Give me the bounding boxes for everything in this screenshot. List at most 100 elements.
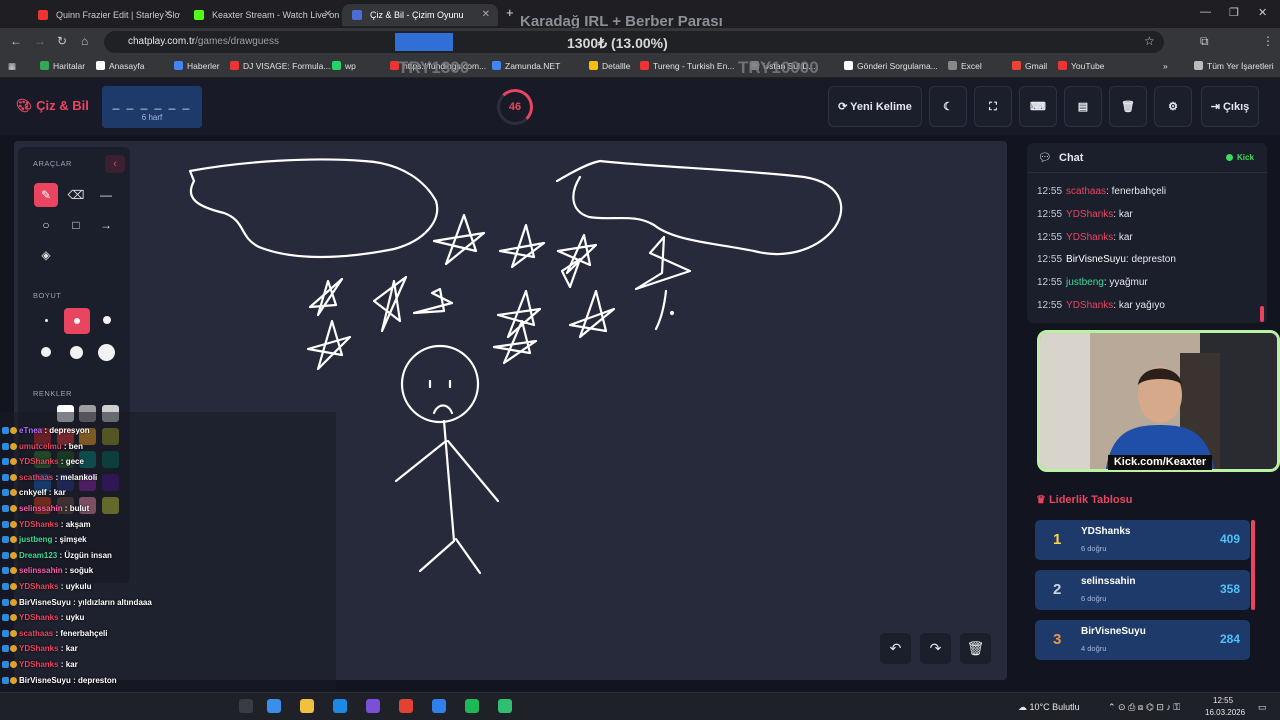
bookmark-item[interactable]: Zamunda.NET (492, 61, 560, 71)
chat-username: eTnea (19, 426, 43, 435)
circle-tool[interactable]: ○ (34, 213, 58, 237)
exit-button[interactable]: ⇥ Çıkış (1201, 86, 1259, 127)
star (306, 319, 352, 371)
tab-ciz-bil[interactable]: Çiz & Bil - Çizim Oyunu ✕ (342, 4, 498, 26)
star (372, 275, 408, 333)
leg (418, 539, 456, 573)
badge-icon (10, 583, 17, 590)
clear-canvas-button[interactable]: 🗑︎ (960, 633, 991, 664)
close-tab-icon[interactable]: ✕ (324, 4, 332, 26)
chat-username: scathaas (1066, 186, 1107, 197)
size-option-4[interactable] (41, 347, 51, 357)
copilot-icon[interactable] (267, 699, 281, 713)
spotify-icon[interactable] (465, 699, 479, 713)
extensions-icon[interactable]: ⧉ (1200, 34, 1209, 49)
reload-icon[interactable]: ↻ (57, 34, 67, 48)
eraser-tool[interactable]: ⌫ (64, 183, 88, 207)
app-icon[interactable] (366, 699, 380, 713)
badge-icon (2, 661, 9, 668)
size-option-1[interactable] (45, 319, 48, 322)
colors-title: RENKLER (33, 389, 72, 398)
gear-icon: ⚙ (1168, 101, 1178, 113)
chat-text: kar (65, 644, 78, 654)
weather-widget[interactable]: ☁ 10°C Bulutlu (1018, 702, 1080, 713)
undo-button[interactable]: ↶ (880, 633, 911, 664)
rectangle-tool[interactable]: □ (64, 213, 88, 237)
theme-toggle-button[interactable]: ☾ (929, 86, 967, 127)
bookmark-star-icon[interactable]: ☆ (1144, 34, 1155, 48)
menu-icon[interactable]: ⋮ (1262, 34, 1274, 48)
stick-head (400, 344, 480, 424)
bookmark-item[interactable]: wp (332, 61, 356, 71)
bookmark-item[interactable]: Anasayfa (96, 61, 144, 71)
badge-icon (10, 536, 17, 544)
new-tab-icon[interactable]: + (506, 5, 514, 20)
maximize-icon[interactable]: ❐ (1229, 6, 1239, 19)
task-view-icon[interactable] (239, 699, 253, 713)
archive-button[interactable]: ▤ (1064, 86, 1102, 127)
app-icon[interactable] (432, 699, 446, 713)
pen-tool[interactable]: ✎ (34, 183, 58, 207)
more-bookmarks-icon[interactable]: » (1163, 61, 1168, 71)
line-tool[interactable]: — (94, 183, 118, 207)
separator: : (58, 519, 66, 529)
back-icon[interactable]: ← (10, 34, 22, 48)
close-tab-icon[interactable]: ✕ (482, 4, 490, 26)
file-explorer-icon[interactable] (300, 699, 314, 713)
badge-icon (2, 520, 9, 528)
bookmark-item[interactable]: Haritalar (40, 61, 85, 71)
home-icon[interactable]: ⌂ (81, 34, 88, 48)
chrome-icon[interactable] (399, 699, 413, 713)
leaderboard-scrollbar[interactable] (1251, 520, 1255, 610)
edge-icon[interactable] (333, 699, 347, 713)
redo-button[interactable]: ↷ (920, 633, 951, 664)
arrow-tool[interactable]: → (94, 213, 118, 237)
minimize-icon[interactable]: — (1200, 6, 1211, 18)
leaderboard-row: 3 BirVisneSuyu 4 doğru 284 (1035, 620, 1250, 660)
close-window-icon[interactable]: ✕ (1258, 6, 1267, 19)
size-option-3[interactable] (103, 316, 111, 324)
refresh-icon: ⟳ (838, 101, 848, 113)
moon-icon: ☾ (943, 101, 953, 113)
app-logo[interactable]: 🎨︎ Çiz & Bil (16, 98, 89, 114)
all-bookmarks-folder[interactable]: Tüm Yer İşaretleri (1194, 61, 1274, 71)
close-tab-icon[interactable]: ✕ (164, 4, 172, 26)
score: 358 (1219, 582, 1240, 596)
badge-icon (10, 442, 17, 450)
notifications-icon[interactable]: ▭ (1258, 702, 1267, 713)
browser-tab-bar: Quinn Frazier Edit | Starley Slow ✕ Keaxt… (0, 0, 1280, 30)
chat-scrollbar[interactable] (1260, 306, 1264, 322)
chat-username: justbeng (19, 535, 53, 545)
app-icon[interactable] (498, 699, 512, 713)
bookmark-item[interactable]: YouTube (1058, 61, 1104, 71)
fill-tool[interactable]: ◈ (34, 243, 58, 267)
collapse-panel-button[interactable]: ‹ (105, 155, 125, 173)
chat-username: YDShanks (19, 613, 59, 623)
tray-icons[interactable]: ⌃ ⊙ ⎙ ⧈ ⌬ ⊡ ♪ ⚿ (1108, 702, 1180, 713)
bookmark-item[interactable]: Excel (948, 61, 982, 71)
trash-button[interactable]: 🗑︎ (1109, 86, 1147, 127)
forward-icon[interactable]: → (34, 34, 46, 48)
badge-icon (10, 661, 17, 668)
badge-icon (2, 676, 9, 684)
bookmark-item[interactable]: Gönderi Sorgulama... (844, 61, 938, 71)
stream-chat-message: scathaas : melankoli (2, 473, 97, 482)
separator: : (58, 660, 66, 669)
size-option-5[interactable] (70, 346, 83, 359)
bookmark-item[interactable]: DJ VISAGE: Formula... (230, 61, 330, 71)
bookmark-item[interactable]: Tureng - Turkish En... (640, 61, 734, 71)
circle-icon: ○ (42, 218, 50, 232)
keyboard-button[interactable]: ⌨ (1019, 86, 1057, 127)
settings-button[interactable]: ⚙ (1154, 86, 1192, 127)
badge-icon (2, 458, 9, 466)
size-option-6[interactable] (98, 344, 115, 361)
tab-quinn-frazier[interactable]: Quinn Frazier Edit | Starley Slow ✕ (28, 4, 180, 26)
new-word-button[interactable]: ⟳ Yeni Kelime (828, 86, 922, 127)
bookmark-item[interactable]: Gmail (1012, 61, 1047, 71)
streamer-webcam (1037, 330, 1280, 472)
bookmark-item[interactable]: Detallle (589, 61, 630, 71)
apps-icon[interactable]: ▦ (8, 61, 16, 72)
bookmark-item[interactable]: Haberler (174, 61, 220, 71)
fullscreen-button[interactable]: ⛶ (974, 86, 1012, 127)
tab-keaxter-stream[interactable]: Keaxter Stream - Watch Live on ✕ (184, 4, 340, 26)
